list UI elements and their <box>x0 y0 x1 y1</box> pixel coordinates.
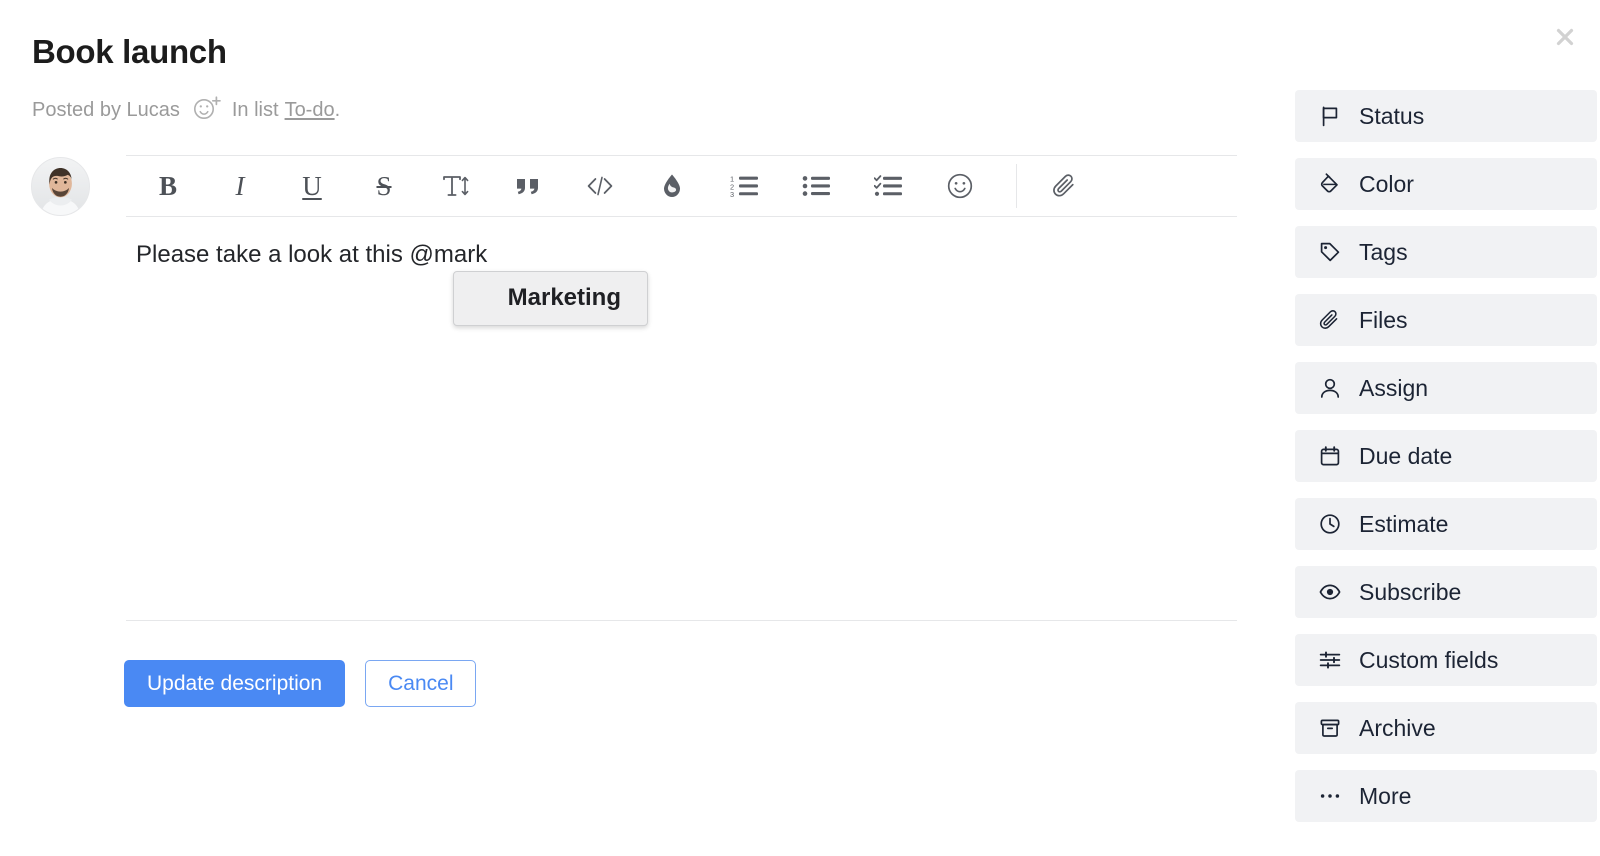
page-title: Book launch <box>32 33 227 70</box>
smiley-icon <box>947 173 973 199</box>
sidebar-item-label: Tags <box>1359 238 1408 265</box>
sidebar-item-files[interactable]: Files <box>1295 294 1597 346</box>
sidebar-item-label: Color <box>1359 170 1414 197</box>
underline-button[interactable]: U <box>292 166 332 206</box>
eye-icon <box>1317 579 1343 605</box>
posted-by-label: Posted by Lucas <box>32 98 180 121</box>
user-avatar-photo <box>32 158 89 215</box>
sidebar-item-more[interactable]: More <box>1295 770 1597 822</box>
add-reaction-button[interactable] <box>192 95 222 121</box>
description-textarea[interactable]: Please take a look at this @mark <box>126 217 1237 610</box>
attach-file-button[interactable] <box>1045 166 1085 206</box>
sidebar-item-assign[interactable]: Assign <box>1295 362 1597 414</box>
sidebar-item-label: Custom fields <box>1359 646 1499 673</box>
sidebar-item-label: Due date <box>1359 442 1453 469</box>
sidebar-item-color[interactable]: Color <box>1295 158 1597 210</box>
sidebar-item-subscribe[interactable]: Subscribe <box>1295 566 1597 618</box>
bulleted-list-button[interactable] <box>796 166 836 206</box>
sidebar-item-estimate[interactable]: Estimate <box>1295 498 1597 550</box>
sliders-icon <box>1317 647 1343 673</box>
in-list-label: In list <box>231 98 279 121</box>
sidebar-item-label: Estimate <box>1359 510 1449 537</box>
sidebar-item-due-date[interactable]: Due date <box>1295 430 1597 482</box>
add-reaction-icon <box>193 96 221 119</box>
sidebar-item-custom-fields[interactable]: Custom fields <box>1295 634 1597 686</box>
card-detail-modal: Book launch Posted by Lucas In list To-d… <box>0 0 1600 856</box>
paperclip-icon <box>1317 307 1343 333</box>
sidebar-item-label: Assign <box>1359 374 1429 401</box>
text-size-button[interactable] <box>436 166 476 206</box>
paperclip-icon <box>1053 174 1074 197</box>
numbered-list-icon: 1 2 3 <box>730 175 758 198</box>
checklist-icon <box>874 175 902 196</box>
sidebar-item-archive[interactable]: Archive <box>1295 702 1597 754</box>
sidebar-item-label: More <box>1359 782 1412 809</box>
card-actions-sidebar: Status Color Tags Files Assign Due date … <box>1295 90 1597 822</box>
sidebar-item-label: Archive <box>1359 714 1436 741</box>
bold-button[interactable]: B <box>148 166 188 206</box>
blockquote-button[interactable] <box>508 166 548 206</box>
mention-suggestion-popup: Marketing <box>453 271 648 326</box>
avatar <box>31 157 90 216</box>
emoji-button[interactable] <box>940 166 980 206</box>
italic-button[interactable]: I <box>220 166 260 206</box>
editor-bottom-divider <box>126 620 1237 621</box>
bulleted-list-icon <box>802 176 830 196</box>
quote-icon <box>517 179 538 195</box>
card-meta: Posted by Lucas In list To-do . <box>32 95 341 123</box>
sidebar-item-label: Files <box>1359 306 1408 333</box>
checklist-button[interactable] <box>868 166 908 206</box>
archive-box-icon <box>1317 715 1343 741</box>
paint-bucket-icon <box>1317 171 1343 197</box>
svg-text:3: 3 <box>730 190 734 198</box>
update-description-button[interactable]: Update description <box>124 660 346 707</box>
editor-toolbar: B I U S 1 2 3 <box>126 155 1237 217</box>
code-button[interactable] <box>580 166 620 206</box>
meta-period: . <box>334 98 341 121</box>
editor-actions: Update description Cancel <box>124 660 477 707</box>
sidebar-item-tags[interactable]: Tags <box>1295 226 1597 278</box>
list-name-link[interactable]: To-do <box>285 99 335 122</box>
description-text: Please take a look at this @mark <box>136 241 488 268</box>
close-icon <box>1556 28 1574 46</box>
sidebar-item-label: Status <box>1359 102 1425 129</box>
clock-icon <box>1317 511 1343 537</box>
sidebar-item-status[interactable]: Status <box>1295 90 1597 142</box>
cancel-button[interactable]: Cancel <box>365 660 477 707</box>
droplet-icon <box>664 174 680 197</box>
code-icon <box>587 176 613 196</box>
strikethrough-button[interactable]: S <box>364 166 404 206</box>
numbered-list-button[interactable]: 1 2 3 <box>724 166 764 206</box>
close-button[interactable] <box>1548 20 1582 54</box>
description-editor: B I U S 1 2 3 Please take a look at this… <box>126 155 1237 610</box>
sidebar-item-label: Subscribe <box>1359 578 1462 605</box>
calendar-icon <box>1317 443 1343 469</box>
ellipsis-icon <box>1317 783 1343 809</box>
toolbar-divider <box>1016 164 1017 208</box>
mention-suggestion-item[interactable]: Marketing <box>484 284 621 312</box>
tag-icon <box>1317 239 1343 265</box>
highlight-button[interactable] <box>652 166 692 206</box>
person-icon <box>1317 375 1343 401</box>
text-size-icon <box>443 176 469 196</box>
flag-icon <box>1317 103 1343 129</box>
